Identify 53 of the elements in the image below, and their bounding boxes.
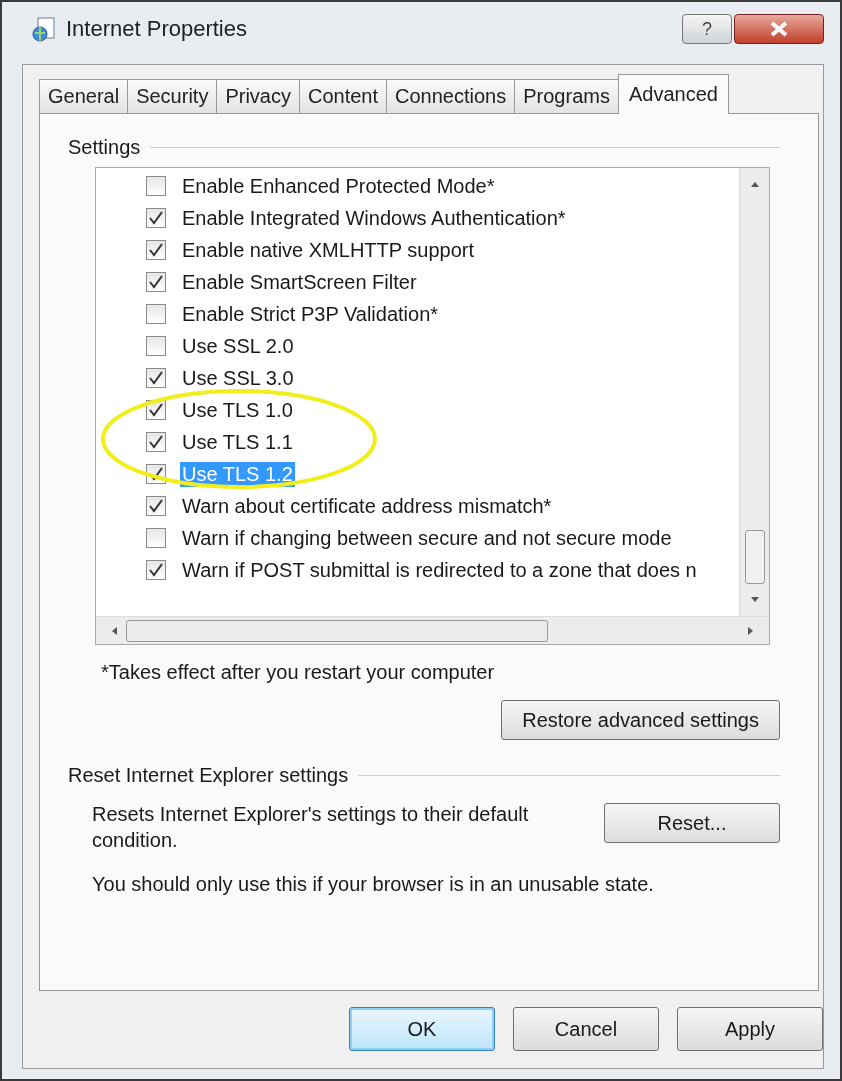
checkbox[interactable]	[146, 432, 166, 452]
scroll-right-icon[interactable]	[747, 624, 755, 637]
tab[interactable]: Advanced	[617, 74, 729, 114]
dialog-button[interactable]: Cancel	[513, 1007, 659, 1051]
setting-label[interactable]: Enable Integrated Windows Authentication*	[180, 205, 568, 231]
setting-label[interactable]: Use SSL 3.0	[180, 365, 296, 391]
checkbox[interactable]	[146, 528, 166, 548]
scroll-up-icon[interactable]	[748, 180, 761, 188]
reset-button[interactable]: Reset...	[604, 803, 780, 843]
globe-page-icon	[32, 16, 58, 42]
setting-label[interactable]: Use TLS 1.1	[180, 429, 295, 455]
checkbox[interactable]	[146, 560, 166, 580]
setting-label[interactable]: Warn if changing between secure and not secure mode	[180, 525, 674, 551]
tab[interactable]: Programs	[514, 79, 619, 113]
scroll-left-icon[interactable]	[110, 624, 118, 637]
setting-label[interactable]: Enable Enhanced Protected Mode*	[180, 173, 497, 199]
scroll-down-icon[interactable]	[748, 596, 761, 604]
reset-note: You should only use this if your browser is in an unusable state.	[92, 873, 655, 896]
vertical-scrollbar[interactable]	[739, 168, 769, 616]
tab[interactable]: General	[39, 79, 129, 113]
footnote: *Takes effect after you restart your computer	[101, 661, 496, 684]
setting-label[interactable]: Use TLS 1.0	[180, 397, 295, 423]
group-label: Reset Internet Explorer settings	[68, 764, 349, 787]
setting-label[interactable]: Use SSL 2.0	[180, 333, 296, 359]
tab[interactable]: Connections	[386, 79, 516, 113]
checkbox[interactable]	[146, 176, 166, 196]
setting-label[interactable]: Warn if POST submittal is redirected to a zone that does n	[180, 557, 699, 583]
checkbox[interactable]	[146, 208, 166, 228]
checkbox[interactable]	[146, 336, 166, 356]
help-button[interactable]: ?	[682, 14, 732, 44]
setting-label[interactable]: Enable SmartScreen Filter	[180, 269, 419, 295]
tab[interactable]: Content	[299, 79, 388, 113]
dialog-button[interactable]: OK	[349, 1007, 495, 1051]
checkbox[interactable]	[146, 240, 166, 260]
close-icon	[770, 21, 788, 37]
close-button[interactable]	[734, 14, 824, 44]
checkbox[interactable]	[146, 272, 166, 292]
restore-button[interactable]: Restore advanced settings	[501, 700, 780, 740]
dialog-button[interactable]: Apply	[677, 1007, 823, 1051]
scroll-thumb[interactable]	[744, 530, 765, 584]
reset-description: Resets Internet Explorer's settings to their default condition.	[92, 802, 530, 853]
checkbox[interactable]	[146, 496, 166, 516]
setting-label[interactable]: Enable native XMLHTTP support	[180, 237, 476, 263]
setting-label[interactable]: Enable Strict P3P Validation*	[180, 301, 441, 327]
scroll-thumb[interactable]	[126, 619, 548, 642]
horizontal-scrollbar[interactable]	[96, 616, 769, 644]
tab[interactable]: Privacy	[216, 79, 300, 113]
group-label: Settings	[68, 136, 141, 159]
setting-label[interactable]: Warn about certificate address mismatch*	[180, 493, 554, 519]
window-title: Internet Properties	[66, 16, 247, 42]
tab[interactable]: Security	[127, 79, 218, 113]
checkbox[interactable]	[146, 304, 166, 324]
checkbox[interactable]	[146, 368, 166, 388]
